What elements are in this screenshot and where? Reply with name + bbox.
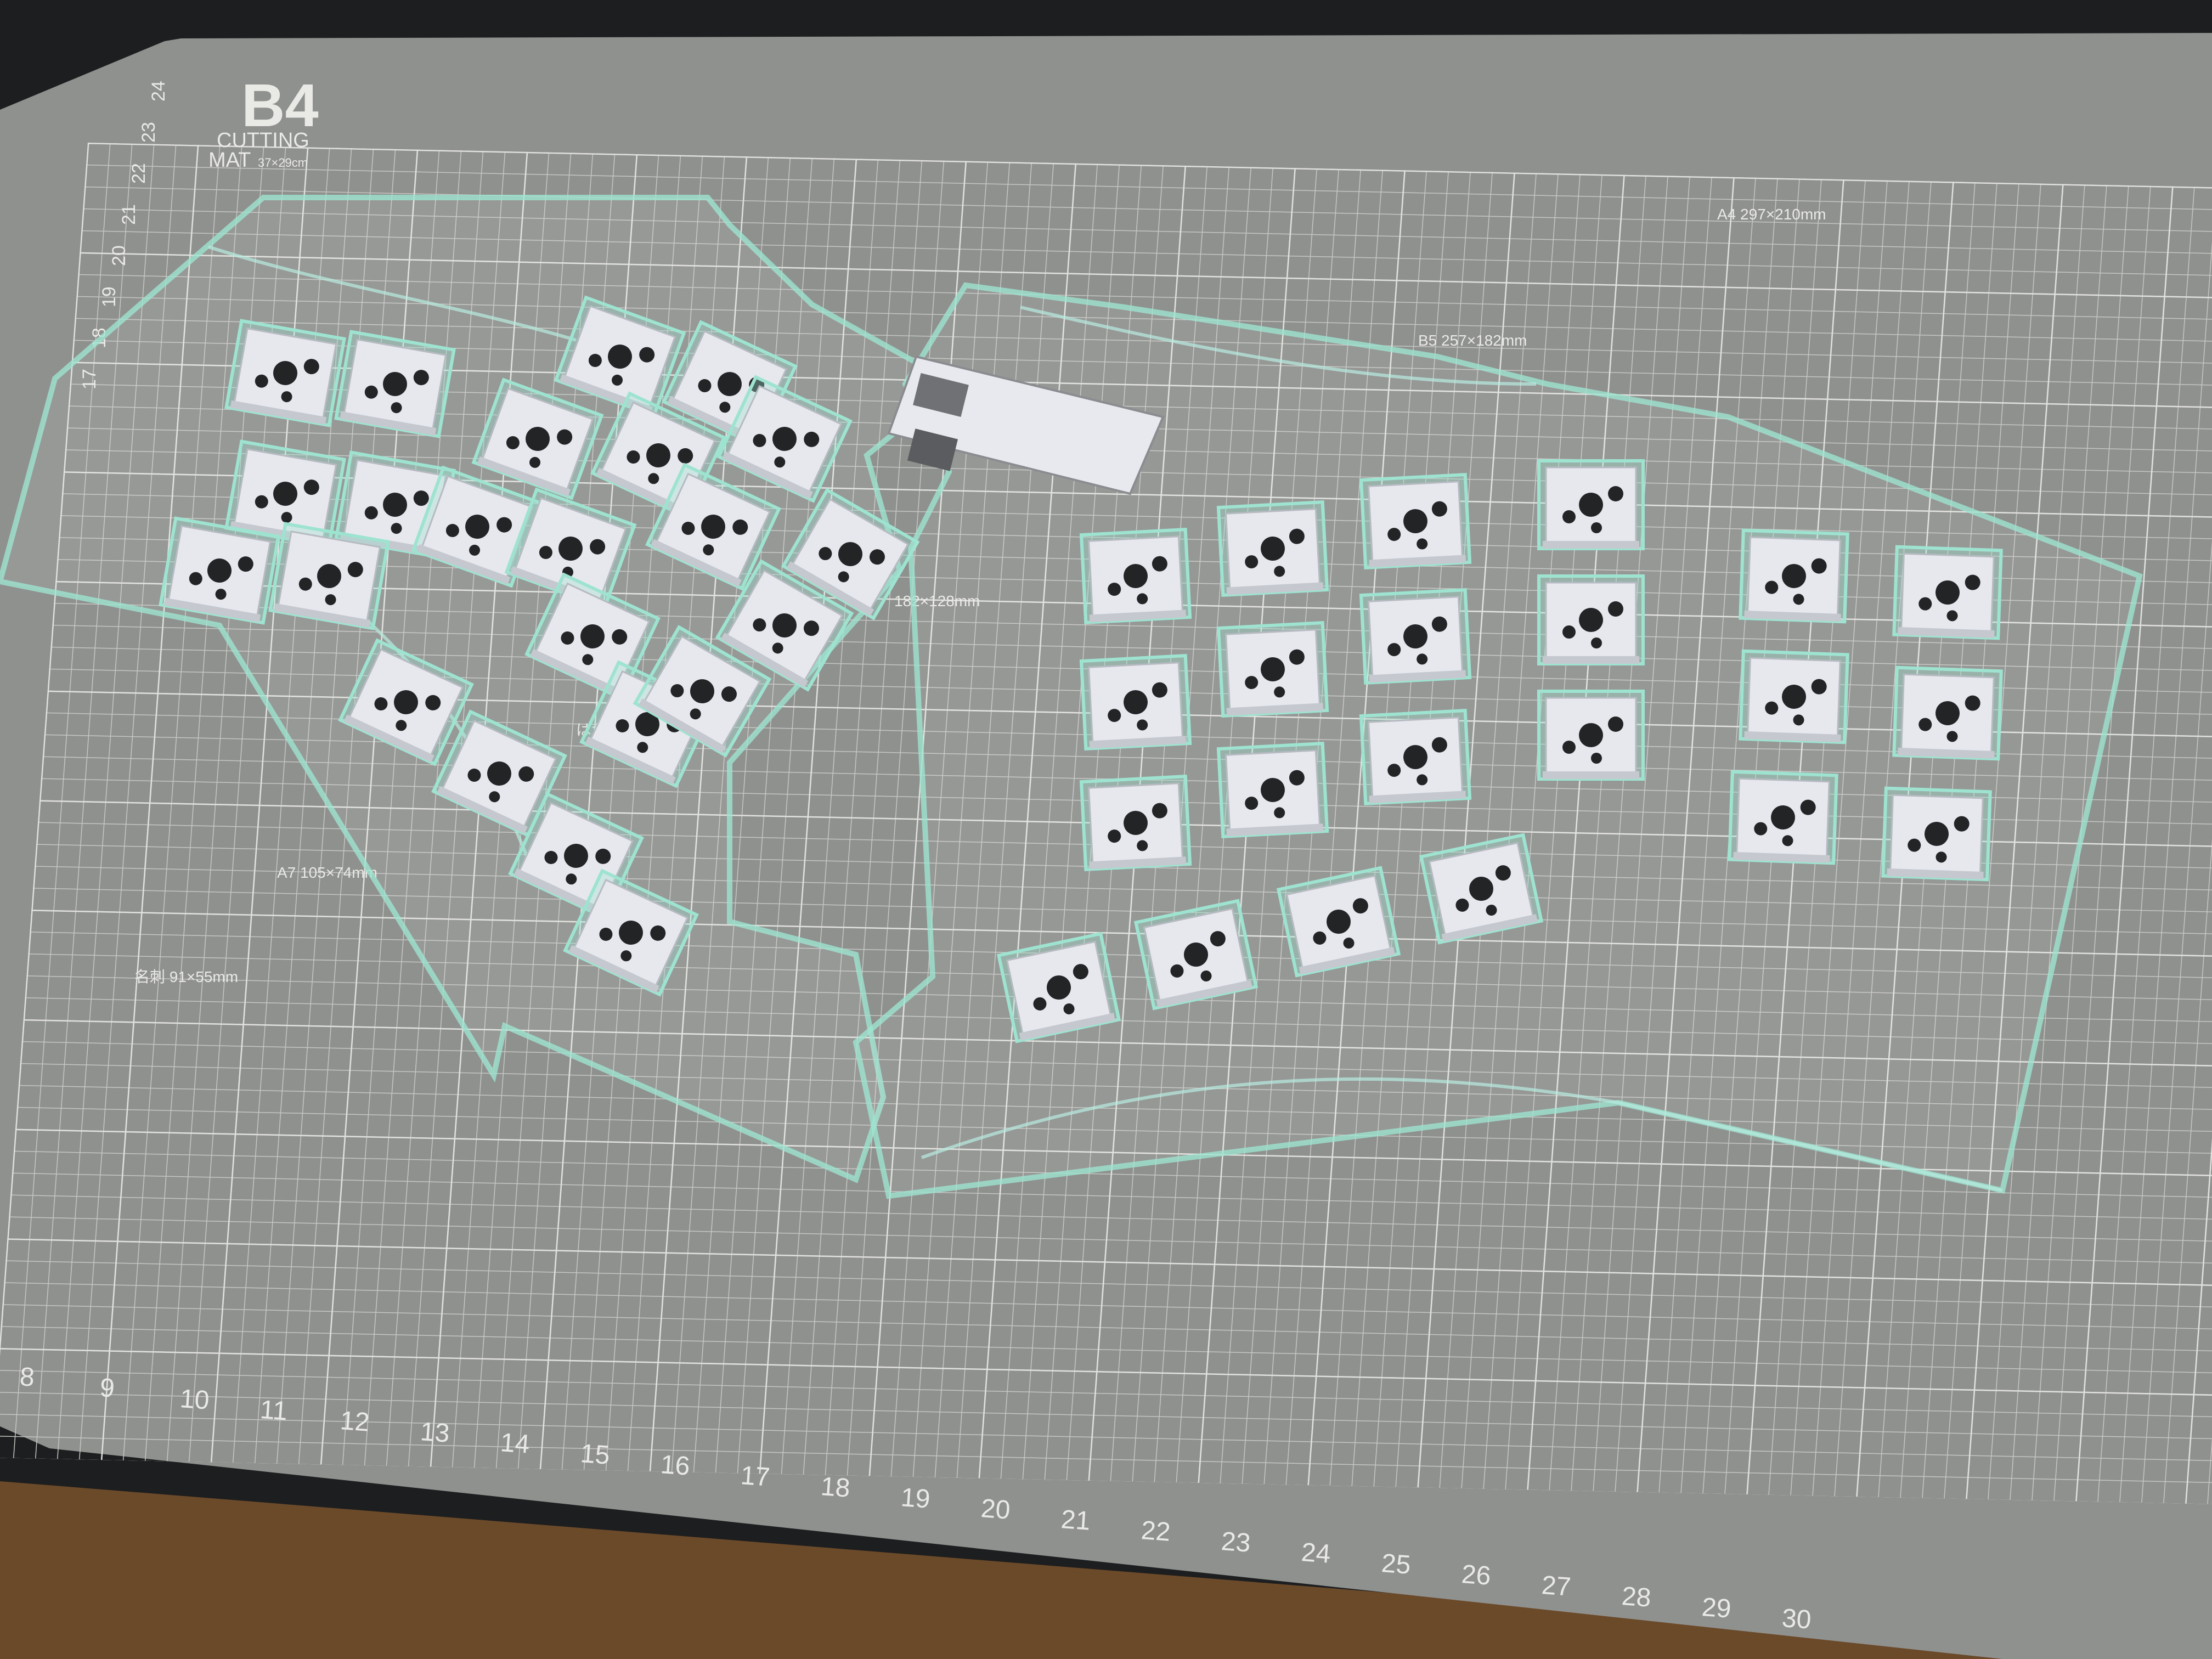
ruler-left-label: 20 (109, 245, 129, 266)
ruler-bottom-label: 24 (1300, 1538, 1331, 1569)
ruler-bottom-label: 12 (339, 1406, 370, 1437)
ruler-bottom-label: 15 (579, 1439, 611, 1470)
ruler-bottom-label: 10 (179, 1384, 210, 1415)
zone-a4: A4 297×210mm (1717, 206, 1826, 223)
key-plate (1216, 741, 1329, 839)
ruler-bottom-label: 28 (1621, 1582, 1652, 1613)
key-plate (1216, 500, 1329, 597)
ruler-bottom-label: 13 (419, 1417, 450, 1448)
key-plate (159, 516, 280, 625)
ruler-bottom-label: 20 (980, 1494, 1011, 1525)
key-plate (1359, 708, 1472, 806)
ruler-bottom-label: 19 (900, 1483, 931, 1514)
ruler-bottom-label: 29 (1701, 1593, 1732, 1624)
ruler-left-label: 21 (119, 204, 139, 225)
ruler-bottom-label: 21 (1060, 1505, 1091, 1536)
ruler-bottom-label: 30 (1781, 1604, 1812, 1635)
key-plate (1881, 786, 1992, 882)
ruler-bottom-label: 11 (259, 1395, 288, 1426)
ruler-bottom-label: 14 (499, 1428, 531, 1459)
key-plate (1728, 770, 1838, 865)
ruler-bottom-label: 27 (1541, 1571, 1572, 1602)
ruler-bottom-label: 17 (740, 1461, 771, 1492)
ruler-left-label: 22 (128, 163, 149, 184)
ruler-bottom-label: 18 (820, 1472, 851, 1503)
ruler-bottom-label: 16 (659, 1450, 691, 1481)
zone-b5: B5 257×182mm (1418, 332, 1527, 349)
key-plate (1739, 649, 1849, 744)
key-plate (1216, 620, 1329, 718)
key-plate (1537, 690, 1645, 781)
key-plate (1079, 653, 1192, 751)
mat-size-note: 37×29cm (258, 156, 308, 170)
ruler-bottom-label: 25 (1380, 1549, 1412, 1580)
zone-a7: A7 105×74mm (277, 864, 377, 881)
ruler-left-label: 24 (148, 81, 169, 101)
ruler-bottom-label: 22 (1140, 1516, 1171, 1547)
mat-product-2: MAT (208, 149, 251, 172)
key-plate (1079, 527, 1192, 625)
ruler-left-label: 19 (99, 286, 120, 307)
zone-card: 名刺 91×55mm (134, 968, 238, 985)
key-plate (1892, 545, 2003, 640)
ruler-bottom-label: 23 (1220, 1527, 1251, 1558)
key-plate (1359, 472, 1472, 570)
key-plate (1079, 774, 1192, 872)
ruler-bottom-label: 8 (19, 1362, 35, 1392)
ruler-left-label: 23 (138, 122, 159, 143)
key-plate (224, 319, 346, 427)
ruler-bottom-label: 26 (1460, 1560, 1492, 1591)
key-plate (1892, 665, 2003, 761)
photo-scene: B4 CUTTING MAT 37×29cm A4 297×210mm B5 2… (0, 0, 2212, 1659)
key-plate (1739, 528, 1849, 624)
ruler-bottom-label: 9 (99, 1373, 115, 1403)
key-plate (1537, 574, 1645, 665)
key-plate (1537, 459, 1645, 550)
key-plate (268, 522, 390, 630)
key-plate (1359, 588, 1472, 685)
key-plate (334, 330, 456, 438)
